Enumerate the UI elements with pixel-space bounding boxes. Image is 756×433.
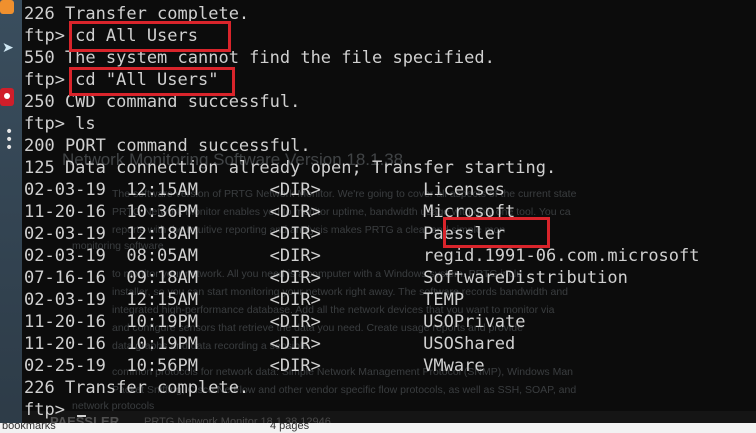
share-arrow-icon[interactable]: ➤ [2, 40, 14, 56]
directory-listing-row: 02-03-19 08:05AM <DIR> regid.1991-06.com… [24, 246, 700, 266]
directory-listing-row: 11-20-16 10:19PM <DIR> USOShared [24, 334, 516, 354]
directory-listing-row: 11-20-16 10:36PM <DIR> Microsoft [24, 202, 516, 222]
more-vertical-icon[interactable]: • • • [5, 125, 13, 155]
desktop-side-strip: ➤ • • • [0, 0, 22, 433]
highlight-box-paessler [443, 217, 550, 248]
directory-listing-row: 11-20-16 10:19PM <DIR> USOPrivate [24, 312, 526, 332]
highlight-box-cd-all-users [69, 21, 231, 52]
directory-listing-row: 02-03-19 12:18AM <DIR> Paessler [24, 224, 506, 244]
directory-listing-row: 02-03-19 12:15AM <DIR> TEMP [24, 290, 465, 310]
directory-listing-row: 02-25-19 10:56PM <DIR> VMware [24, 356, 485, 376]
status-bar: bookmarks 4 pages [0, 423, 756, 433]
status-left-text: bookmarks [2, 423, 56, 432]
highlight-box-cd-quoted-all-users [69, 67, 235, 96]
terminal-line: 125 Data connection already open; Transf… [24, 158, 557, 178]
text-cursor [77, 415, 87, 417]
app-tile-icon[interactable] [0, 0, 14, 14]
status-middle-text: 4 pages [270, 423, 310, 432]
terminal-line: 200 PORT command successful. [24, 136, 311, 156]
directory-listing-row: 07-16-16 09:18AM <DIR> SoftwareDistribut… [24, 268, 628, 288]
directory-listing-row: 02-03-19 12:15AM <DIR> Licenses [24, 180, 506, 200]
prompt-text: ftp> [24, 400, 76, 420]
terminal-line: 226 Transfer complete. [24, 378, 250, 398]
ftp-terminal-window[interactable]: Network Monitoring Software Version 18.1… [22, 0, 756, 433]
terminal-line: ftp> ls [24, 114, 96, 134]
record-icon[interactable] [0, 88, 14, 106]
command-prompt[interactable]: ftp> [24, 399, 87, 421]
